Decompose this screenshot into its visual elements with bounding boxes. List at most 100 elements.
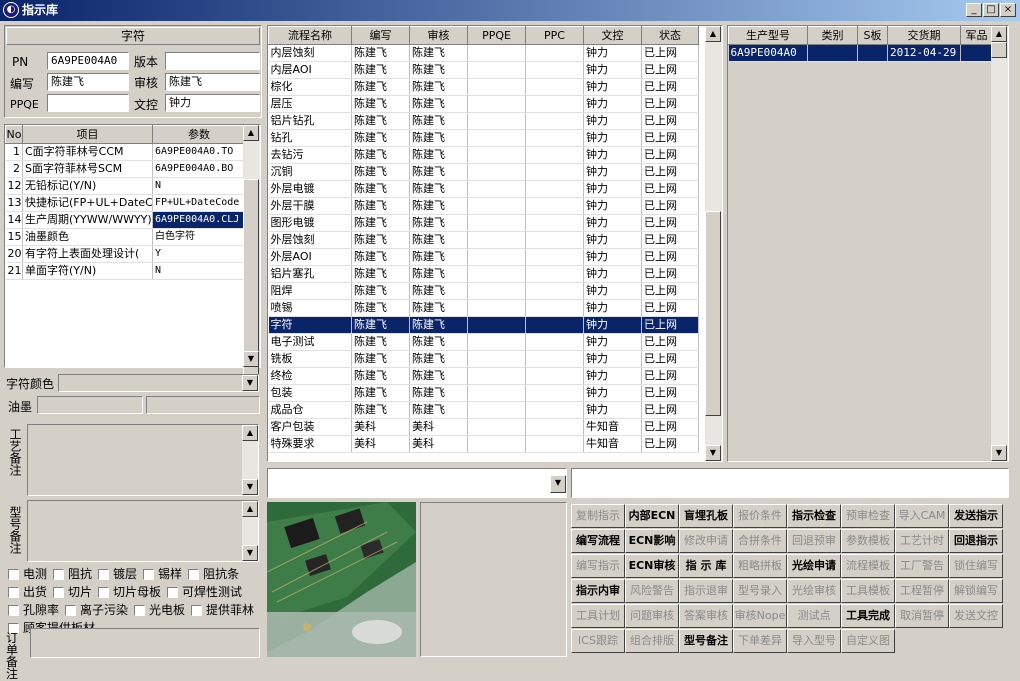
checkbox[interactable] — [167, 587, 179, 598]
scroll-up-icon[interactable]: ▲ — [705, 26, 721, 42]
action-button[interactable]: 型号备注 — [679, 629, 733, 653]
action-button[interactable]: 发送指示 — [949, 504, 1003, 528]
table-row[interactable]: 20 有字符上表面处理设计(Y — [5, 245, 246, 263]
action-button[interactable]: 取消暂停 — [895, 604, 949, 628]
flow-column-header[interactable]: 审核 — [409, 26, 468, 45]
checkbox-option[interactable]: 孔隙率 — [8, 603, 59, 617]
table-row[interactable]: 内层蚀刻 陈建飞 陈建飞 钟力 已上网 — [268, 44, 699, 62]
action-button[interactable]: 工程暂停 — [895, 579, 949, 603]
action-button[interactable]: 预审检查 — [841, 504, 895, 528]
table-row[interactable]: 14 生产周期(YYWW/WWYY) 6A9PE004A0.CLJ — [5, 211, 246, 229]
ink-field-1[interactable] — [37, 396, 143, 414]
model-remark-textarea[interactable]: ▲ ▼ — [27, 500, 259, 562]
checkbox[interactable] — [98, 587, 110, 598]
scroll-down-icon[interactable]: ▼ — [243, 351, 259, 367]
action-button[interactable]: 导入CAM — [895, 504, 949, 528]
table-row[interactable]: 外层电镀 陈建飞 陈建飞 钟力 已上网 — [268, 180, 699, 198]
model-column-header[interactable]: 生产型号 — [728, 26, 808, 45]
checkbox-option[interactable]: 锡样 — [143, 567, 182, 581]
checkbox[interactable] — [8, 569, 19, 580]
action-button[interactable]: 修改申请 — [679, 529, 733, 553]
checkbox[interactable] — [53, 587, 65, 598]
table-row[interactable]: 铣板 陈建飞 陈建飞 钟力 已上网 — [268, 350, 699, 368]
dropdown-arrow-icon[interactable]: ▼ — [550, 475, 566, 493]
scroll-up-icon[interactable]: ▲ — [991, 26, 1007, 42]
craft-remark-textarea[interactable]: ▲ ▼ — [27, 424, 259, 496]
table-row[interactable]: 阻焊 陈建飞 陈建飞 钟力 已上网 — [268, 282, 699, 300]
minimize-button[interactable]: _ — [966, 3, 982, 17]
action-button[interactable]: 下单差异 — [733, 629, 787, 653]
action-button[interactable]: 编写指示 — [571, 554, 625, 578]
action-button[interactable]: 工具模板 — [841, 579, 895, 603]
table-row[interactable]: 喷锡 陈建飞 陈建飞 钟力 已上网 — [268, 299, 699, 317]
table-row[interactable]: 包装 陈建飞 陈建飞 钟力 已上网 — [268, 384, 699, 402]
flow-scrollbar[interactable]: ▲ ▼ — [705, 26, 722, 461]
maximize-button[interactable]: □ — [983, 3, 999, 17]
review-field[interactable]: 陈建飞 — [165, 73, 260, 91]
table-row[interactable]: 字符 陈建飞 陈建飞 钟力 已上网 — [268, 316, 699, 334]
checkbox-option[interactable]: 切片 — [53, 585, 92, 599]
action-button[interactable]: 审核Nope — [733, 604, 787, 628]
param-column-header[interactable]: No — [5, 125, 23, 144]
flow-column-header[interactable]: 状态 — [641, 26, 699, 45]
table-row[interactable]: 6A9PE004A0 2012-04-29 — [728, 44, 993, 62]
table-row[interactable]: 层压 陈建飞 陈建飞 钟力 已上网 — [268, 95, 699, 113]
info-input[interactable] — [571, 468, 1009, 498]
table-row[interactable]: 外层蚀刻 陈建飞 陈建飞 钟力 已上网 — [268, 231, 699, 249]
table-row[interactable]: 外层干膜 陈建飞 陈建飞 钟力 已上网 — [268, 197, 699, 215]
table-row[interactable]: 铝片钻孔 陈建飞 陈建飞 钟力 已上网 — [268, 112, 699, 130]
scroll-down-icon[interactable]: ▼ — [705, 445, 721, 461]
action-button[interactable]: 报价条件 — [733, 504, 787, 528]
action-button[interactable]: 锁住编写 — [949, 554, 1003, 578]
checkbox[interactable] — [53, 569, 65, 580]
action-button[interactable]: 答案审核 — [679, 604, 733, 628]
scroll-thumb[interactable] — [705, 211, 721, 416]
table-row[interactable]: 外层AOI 陈建飞 陈建飞 钟力 已上网 — [268, 248, 699, 266]
action-button[interactable]: 工艺计时 — [895, 529, 949, 553]
checkbox-option[interactable]: 电测 — [8, 567, 47, 581]
ink-field-2[interactable] — [146, 396, 260, 414]
action-button[interactable]: 自定义图 — [841, 629, 895, 653]
param-column-header[interactable]: 参数 — [152, 125, 246, 144]
checkbox[interactable] — [134, 605, 146, 616]
action-button[interactable]: 问题审核 — [625, 604, 679, 628]
checkbox[interactable] — [65, 605, 77, 616]
order-remark-textarea[interactable] — [30, 628, 260, 658]
table-row[interactable]: 棕化 陈建飞 陈建飞 钟力 已上网 — [268, 78, 699, 96]
action-button[interactable]: 解锁编写 — [949, 579, 1003, 603]
table-row[interactable]: 铝片塞孔 陈建飞 陈建飞 钟力 已上网 — [268, 265, 699, 283]
checkbox[interactable] — [8, 587, 19, 598]
scroll-up-icon[interactable]: ▲ — [243, 125, 259, 141]
action-button[interactable]: 工厂警告 — [895, 554, 949, 578]
checkbox-option[interactable]: 阻抗条 — [188, 567, 239, 581]
action-button[interactable]: 测试点 — [787, 604, 841, 628]
action-button[interactable]: 指示退审 — [679, 579, 733, 603]
checkbox[interactable] — [143, 569, 155, 580]
param-column-header[interactable]: 项目 — [22, 125, 153, 144]
model-column-header[interactable]: S板 — [857, 26, 888, 45]
action-button[interactable]: 工具完成 — [841, 604, 895, 628]
table-row[interactable]: 13 快捷标记(FP+UL+DateCo FP+UL+DateCode — [5, 194, 246, 212]
action-button[interactable]: 光绘审核 — [787, 579, 841, 603]
scroll-thumb[interactable] — [243, 179, 259, 379]
table-row[interactable]: 12 无铅标记(Y/N) N — [5, 177, 246, 195]
action-button[interactable]: 导入型号 — [787, 629, 841, 653]
checkbox[interactable] — [188, 569, 200, 580]
action-button[interactable]: 回退指示 — [949, 529, 1003, 553]
checkbox-option[interactable]: 镀层 — [98, 567, 137, 581]
action-button[interactable]: ICS跟踪 — [571, 629, 625, 653]
flow-select[interactable]: ▼ — [267, 468, 567, 498]
action-button[interactable]: 合拼条件 — [733, 529, 787, 553]
checkbox-option[interactable]: 可焊性测试 — [167, 585, 242, 599]
action-button[interactable]: 粗略拼板 — [733, 554, 787, 578]
table-row[interactable]: 特殊要求 美科 美科 牛知音 已上网 — [268, 435, 699, 453]
writer-field[interactable]: 陈建飞 — [47, 73, 129, 91]
checkbox-option[interactable]: 光电板 — [134, 603, 185, 617]
scroll-down-icon[interactable]: ▼ — [991, 445, 1007, 461]
table-row[interactable]: 成品仓 陈建飞 陈建飞 钟力 已上网 — [268, 401, 699, 419]
action-button[interactable]: 指示内审 — [571, 579, 625, 603]
action-button[interactable]: 复制指示 — [571, 504, 625, 528]
table-row[interactable]: 21 单面字符(Y/N) N — [5, 262, 246, 280]
checkbox[interactable] — [8, 605, 19, 616]
action-button[interactable]: 指示检查 — [787, 504, 841, 528]
